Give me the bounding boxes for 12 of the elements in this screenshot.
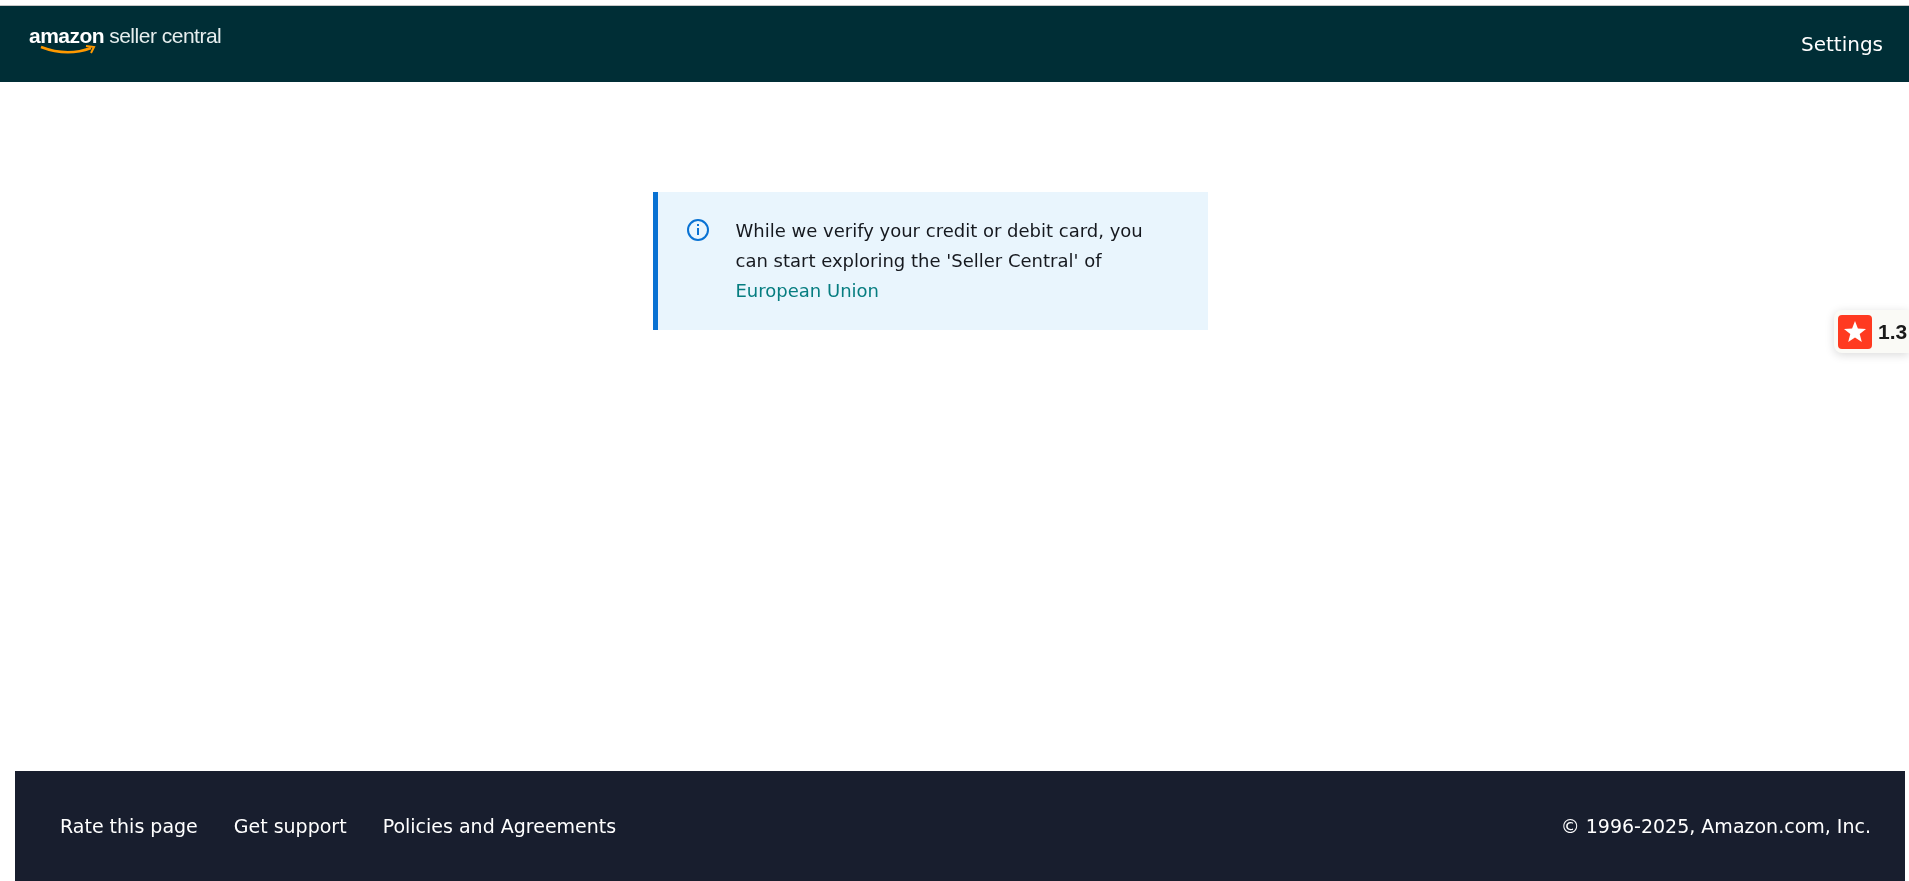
settings-link[interactable]: Settings — [1800, 32, 1883, 56]
info-icon — [685, 218, 710, 242]
notice-text: While we verify your credit or debit card, you — [735, 219, 1143, 243]
footer-link[interactable]: Rate this page — [60, 815, 198, 837]
rating-badge[interactable]: 1.3 — [1834, 310, 1909, 353]
footer-link[interactable]: Get support — [233, 815, 347, 837]
copyright-text: © 1996-2025, Amazon.com, Inc. — [1560, 815, 1871, 837]
footer-link[interactable]: Policies and Agreements — [382, 815, 617, 837]
logo[interactable]: amazon seller central — [29, 23, 222, 65]
rating-value: 1.3 — [1878, 319, 1908, 344]
region-link[interactable]: European Union — [735, 276, 879, 306]
notice-text: can start exploring the 'Seller Central' of — [735, 249, 1103, 273]
